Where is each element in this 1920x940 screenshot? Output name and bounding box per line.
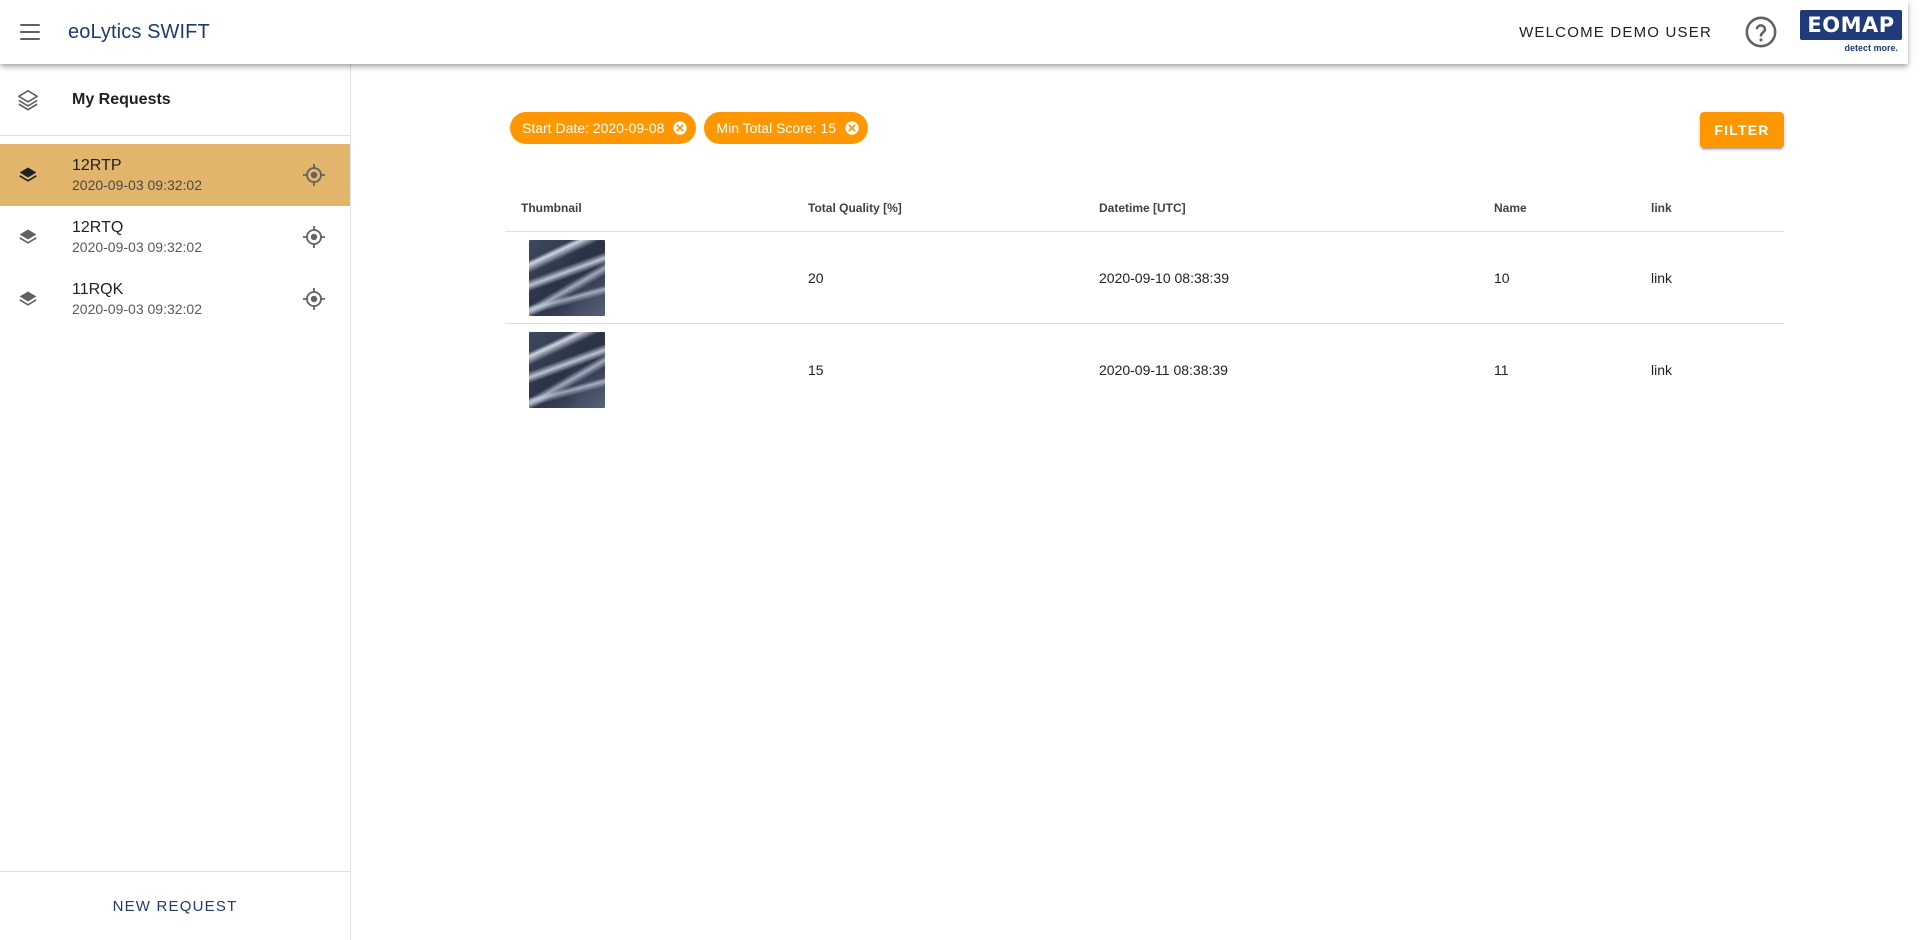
- sidebar-footer: NEW REQUEST: [0, 871, 350, 940]
- column-header-datetime[interactable]: Datetime [UTC]: [1099, 201, 1494, 215]
- thumbnail-image[interactable]: [529, 239, 605, 316]
- layers-icon: [0, 227, 56, 247]
- main-content: Start Date: 2020-09-08 Min Total Score: …: [351, 64, 1908, 940]
- request-list: 12RTP 2020-09-03 09:32:02 12RTQ 2020-09-…: [0, 144, 350, 330]
- datetime-cell: 2020-09-11 08:38:39: [1099, 362, 1228, 378]
- thumbnail-cell: [505, 332, 808, 408]
- datetime-cell: 2020-09-10 08:38:39: [1099, 269, 1229, 286]
- eomap-logo: EOMAP detect more.: [1800, 10, 1902, 54]
- layers-icon: [0, 88, 56, 112]
- new-request-button[interactable]: NEW REQUEST: [113, 898, 238, 915]
- request-item-12rtp[interactable]: 12RTP 2020-09-03 09:32:02: [0, 144, 350, 206]
- logo-tagline: detect more.: [1844, 43, 1898, 53]
- close-circle-icon[interactable]: [844, 120, 860, 136]
- request-date: 2020-09-03 09:32:02: [72, 177, 202, 193]
- table-header: Thumbnail Total Quality [%] Datetime [UT…: [505, 184, 1784, 232]
- thumbnail-image[interactable]: [529, 332, 605, 408]
- locate-target-icon[interactable]: [294, 155, 334, 195]
- request-date: 2020-09-03 09:32:02: [72, 239, 202, 255]
- welcome-user-button[interactable]: WELCOME DEMO USER: [1519, 24, 1712, 41]
- chip-label: Start Date: 2020-09-08: [522, 120, 665, 136]
- column-header-name[interactable]: Name: [1494, 201, 1651, 215]
- header-right: WELCOME DEMO USER EOMAP detect more.: [1519, 0, 1908, 64]
- request-item-12rtq[interactable]: 12RTQ 2020-09-03 09:32:02: [0, 206, 350, 268]
- locate-target-icon[interactable]: [294, 217, 334, 257]
- chip-label: Min Total Score: 15: [716, 120, 837, 136]
- app-title: eoLytics SWIFT: [68, 20, 210, 43]
- name-cell: 11: [1494, 362, 1509, 378]
- sidebar-header: My Requests: [0, 64, 350, 136]
- locate-target-icon[interactable]: [294, 279, 334, 319]
- layers-icon: [0, 165, 56, 185]
- link-cell[interactable]: link: [1651, 270, 1784, 286]
- request-text: 12RTP 2020-09-03 09:32:02: [72, 156, 294, 194]
- request-text: 11RQK 2020-09-03 09:32:02: [72, 280, 294, 318]
- layers-icon: [0, 289, 56, 309]
- sidebar-title: My Requests: [72, 90, 171, 108]
- request-name: 12RTQ: [72, 219, 124, 236]
- column-header-total-quality[interactable]: Total Quality [%]: [808, 201, 1099, 215]
- request-item-11rqk[interactable]: 11RQK 2020-09-03 09:32:02: [0, 268, 350, 330]
- request-text: 12RTQ 2020-09-03 09:32:02: [72, 218, 294, 256]
- filter-button[interactable]: FILTER: [1700, 112, 1784, 148]
- table-row[interactable]: 20 2020-09-10 08:38:39 10 link: [505, 232, 1784, 324]
- app-root: eoLytics SWIFT WELCOME DEMO USER EOMAP d…: [0, 0, 1920, 940]
- name-cell: 10: [1494, 269, 1510, 286]
- request-name: 11RQK: [72, 281, 124, 298]
- request-name: 12RTP: [72, 157, 122, 174]
- column-header-link[interactable]: link: [1651, 201, 1784, 215]
- filter-chip-min-total-score[interactable]: Min Total Score: 15: [704, 112, 869, 144]
- quality-cell: 20: [808, 269, 824, 286]
- filter-chip-start-date[interactable]: Start Date: 2020-09-08: [510, 112, 697, 144]
- menu-icon[interactable]: [16, 22, 44, 42]
- quality-cell: 15: [808, 362, 824, 378]
- close-circle-icon[interactable]: [672, 120, 688, 136]
- column-header-thumbnail[interactable]: Thumbnail: [505, 201, 808, 215]
- filter-chips: Start Date: 2020-09-08 Min Total Score: …: [510, 112, 869, 144]
- request-date: 2020-09-03 09:32:02: [72, 301, 202, 317]
- table-row[interactable]: 15 2020-09-11 08:38:39 11 link: [505, 324, 1784, 416]
- thumbnail-cell: [505, 239, 808, 316]
- help-icon[interactable]: [1744, 15, 1778, 49]
- link-cell[interactable]: link: [1651, 362, 1784, 378]
- top-app-bar: eoLytics SWIFT WELCOME DEMO USER EOMAP d…: [0, 0, 1908, 64]
- logo-wordmark: EOMAP: [1800, 10, 1902, 40]
- sidebar: My Requests 12RTP 2020-09-03 09:32:02 12…: [0, 64, 351, 940]
- results-table: Thumbnail Total Quality [%] Datetime [UT…: [505, 184, 1784, 416]
